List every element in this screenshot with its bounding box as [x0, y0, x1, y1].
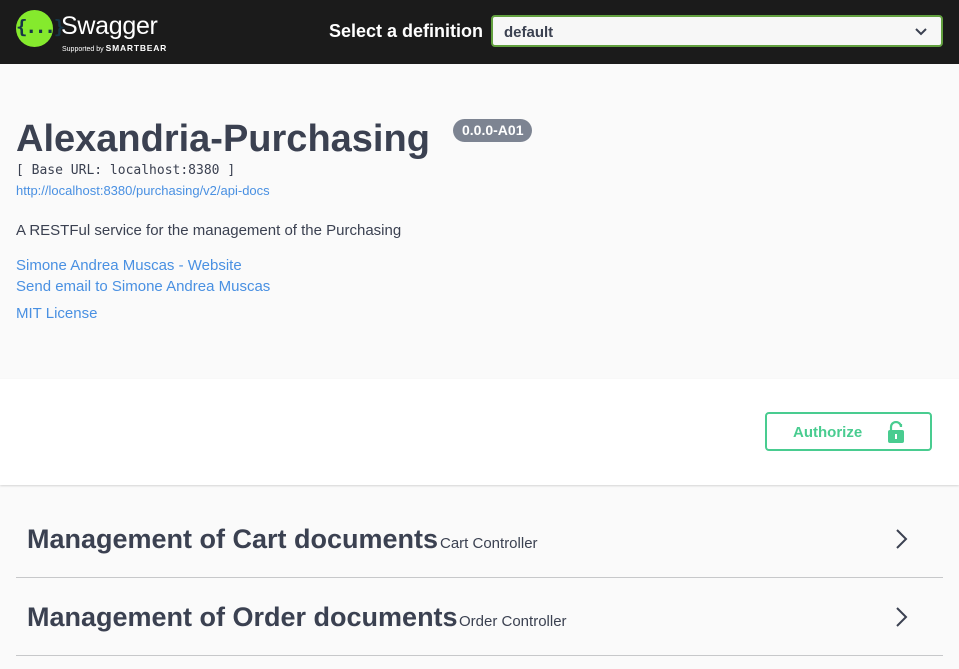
api-description: A RESTFul service for the management of … [16, 222, 402, 239]
chevron-right-icon[interactable] [894, 606, 908, 628]
tag-title: Management of Cart documents [27, 524, 439, 554]
select-definition-label: Select a definition [329, 21, 484, 41]
chevron-down-icon [915, 28, 927, 36]
swagger-logo-icon: {...} [16, 10, 65, 47]
tag-title: Management of Order documents [27, 602, 458, 632]
tag-description: Cart Controller [440, 535, 538, 552]
scheme-container: Authorize [0, 379, 959, 485]
base-url: [ Base URL: localhost:8380 ] [16, 163, 236, 178]
definition-select[interactable]: default [491, 15, 943, 47]
swagger-logo[interactable]: {...} Swagger Supported by SMARTBEAR [16, 10, 186, 54]
authorize-button[interactable]: Authorize [765, 412, 932, 451]
api-title: Alexandria-Purchasing [16, 118, 430, 160]
api-docs-link[interactable]: http://localhost:8380/purchasing/v2/api-… [16, 183, 270, 198]
license-link[interactable]: MIT License [16, 305, 97, 322]
unlock-icon [888, 421, 904, 443]
tag-description: Order Controller [459, 613, 567, 630]
version-badge: 0.0.0-A01 [453, 119, 533, 142]
authorize-label: Authorize [793, 424, 863, 441]
brand-name: Swagger [61, 12, 158, 40]
topbar: {...} Swagger Supported by SMARTBEAR Sel… [0, 0, 959, 64]
chevron-right-icon[interactable] [894, 528, 908, 550]
brand-tagline: Supported by SMARTBEAR [62, 43, 168, 53]
tag-section-order[interactable]: Management of Order documents Order Cont… [16, 578, 943, 656]
contact-website-link[interactable]: Simone Andrea Muscas - Website [16, 257, 242, 274]
tag-section-cart[interactable]: Management of Cart documents Cart Contro… [16, 500, 943, 578]
contact-email-link[interactable]: Send email to Simone Andrea Muscas [16, 278, 270, 295]
definition-select-value: default [504, 24, 554, 41]
